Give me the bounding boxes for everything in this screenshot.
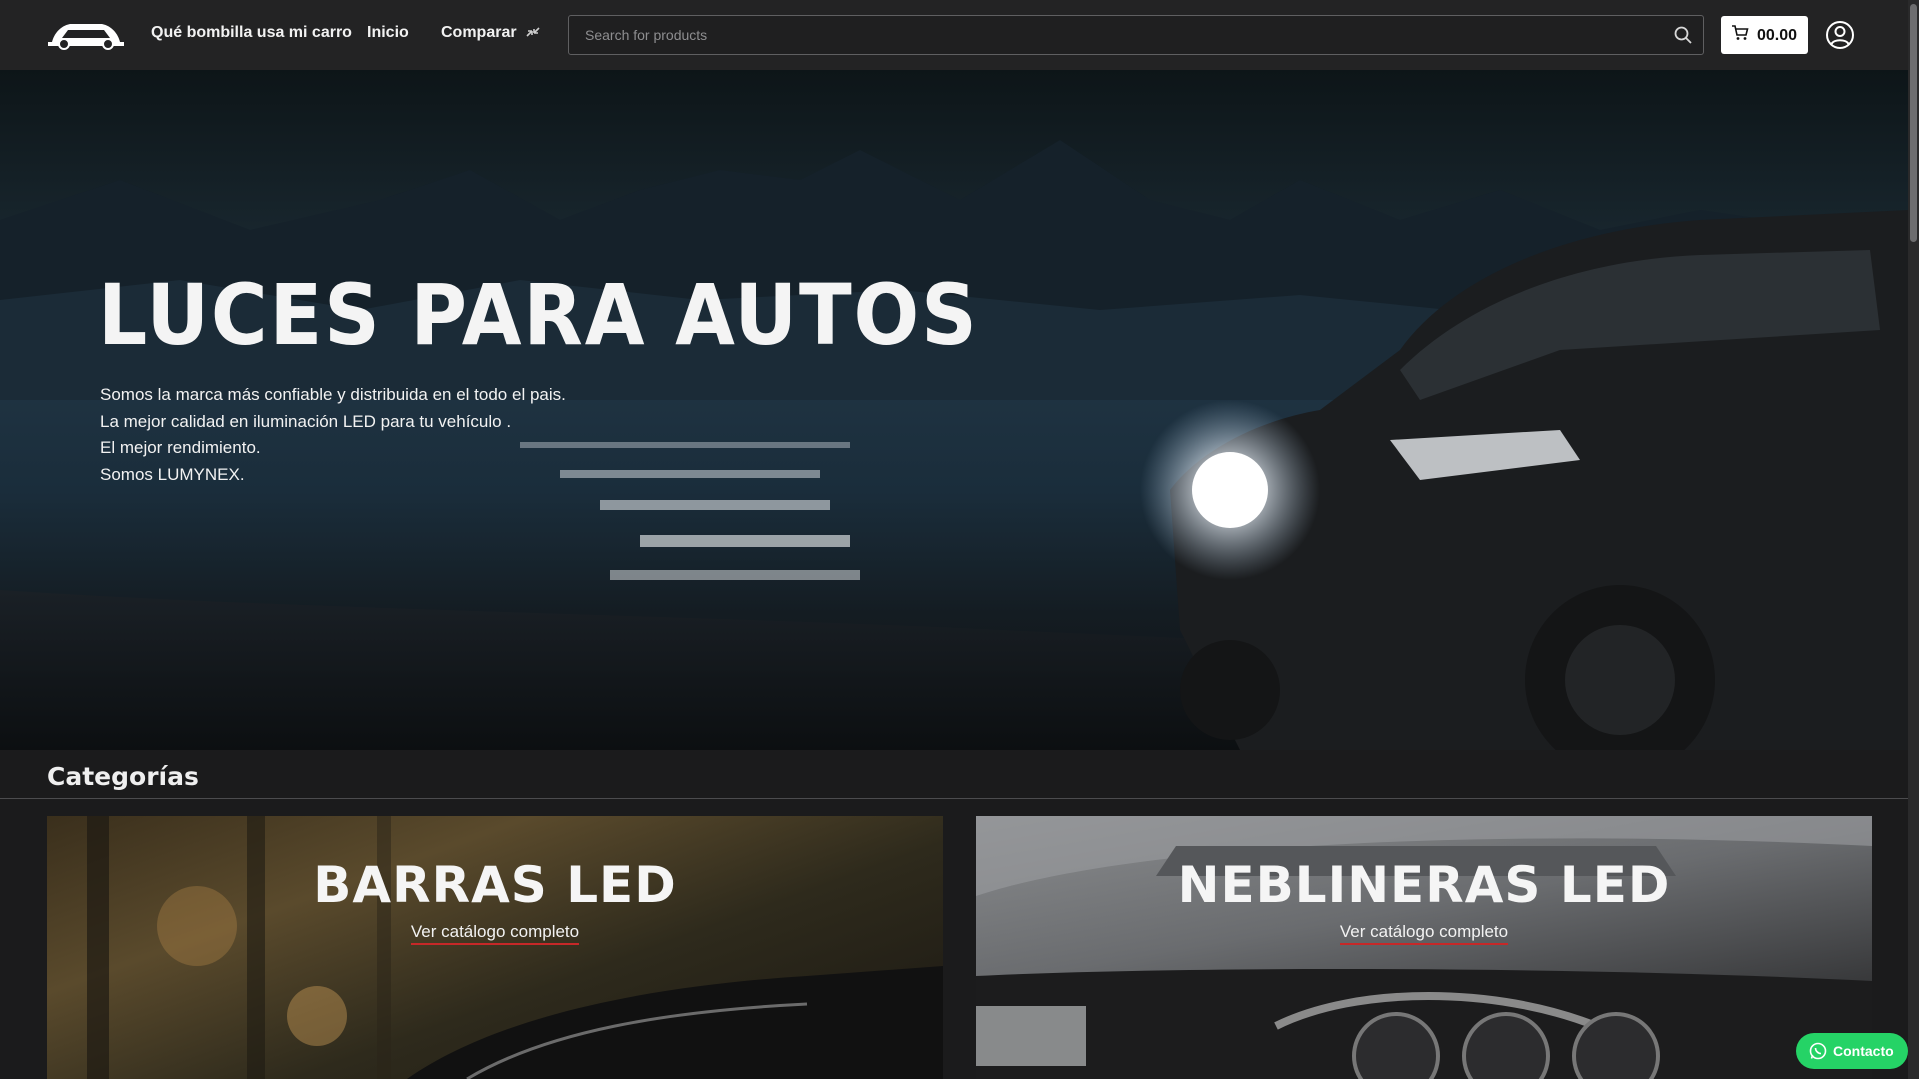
compare-icon[interactable] — [524, 24, 542, 42]
nav-bulb-finder[interactable]: Qué bombilla usa mi carro — [151, 24, 352, 42]
page-scrollbar[interactable] — [1908, 0, 1919, 1079]
contact-label: Contacto — [1833, 1043, 1894, 1059]
whatsapp-contact-button[interactable]: Contacto — [1796, 1033, 1908, 1069]
search-input[interactable] — [583, 16, 1653, 53]
search-icon[interactable] — [1673, 25, 1693, 45]
hero-line: El mejor rendimiento. — [100, 438, 261, 457]
search-bar — [568, 15, 1704, 55]
cart-button[interactable]: 00.00 — [1721, 16, 1808, 54]
nav-compare[interactable]: Comparar — [441, 24, 517, 42]
category-card-barras-led[interactable]: BARRAS LED Ver catálogo completo — [47, 816, 943, 1079]
hero-line: La mejor calidad en iluminación LED para… — [100, 411, 512, 431]
hero-line: Somos la marca más confiable y distribui… — [100, 385, 566, 404]
catalog-link[interactable]: Ver catálogo completo — [976, 922, 1872, 945]
section-divider — [0, 798, 1908, 799]
site-header: Qué bombilla usa mi carro Inicio Compara… — [0, 0, 1908, 70]
hero-description: Somos la marca más confiable y distribui… — [100, 382, 566, 488]
cart-icon — [1732, 25, 1749, 40]
user-account-icon[interactable] — [1825, 20, 1855, 50]
whatsapp-icon — [1809, 1042, 1827, 1060]
cart-total: 00.00 — [1757, 27, 1798, 44]
catalog-link[interactable]: Ver catálogo completo — [47, 922, 943, 945]
nav-home[interactable]: Inicio — [367, 24, 409, 42]
hero-banner: LUCES PARA AUTOS Somos la marca más conf… — [0, 70, 1908, 750]
car-logo-icon[interactable] — [46, 16, 126, 50]
scrollbar-thumb[interactable] — [1910, 4, 1917, 242]
category-title: NEBLINERAS LED — [1177, 856, 1671, 914]
categories-heading: Categorías — [47, 762, 199, 791]
category-title: BARRAS LED — [313, 856, 677, 914]
hero-title: LUCES PARA AUTOS — [98, 266, 979, 364]
hero-line: Somos LUMYNEX. — [100, 464, 245, 484]
category-card-neblineras-led[interactable]: NEBLINERAS LED Ver catálogo completo — [976, 816, 1872, 1079]
